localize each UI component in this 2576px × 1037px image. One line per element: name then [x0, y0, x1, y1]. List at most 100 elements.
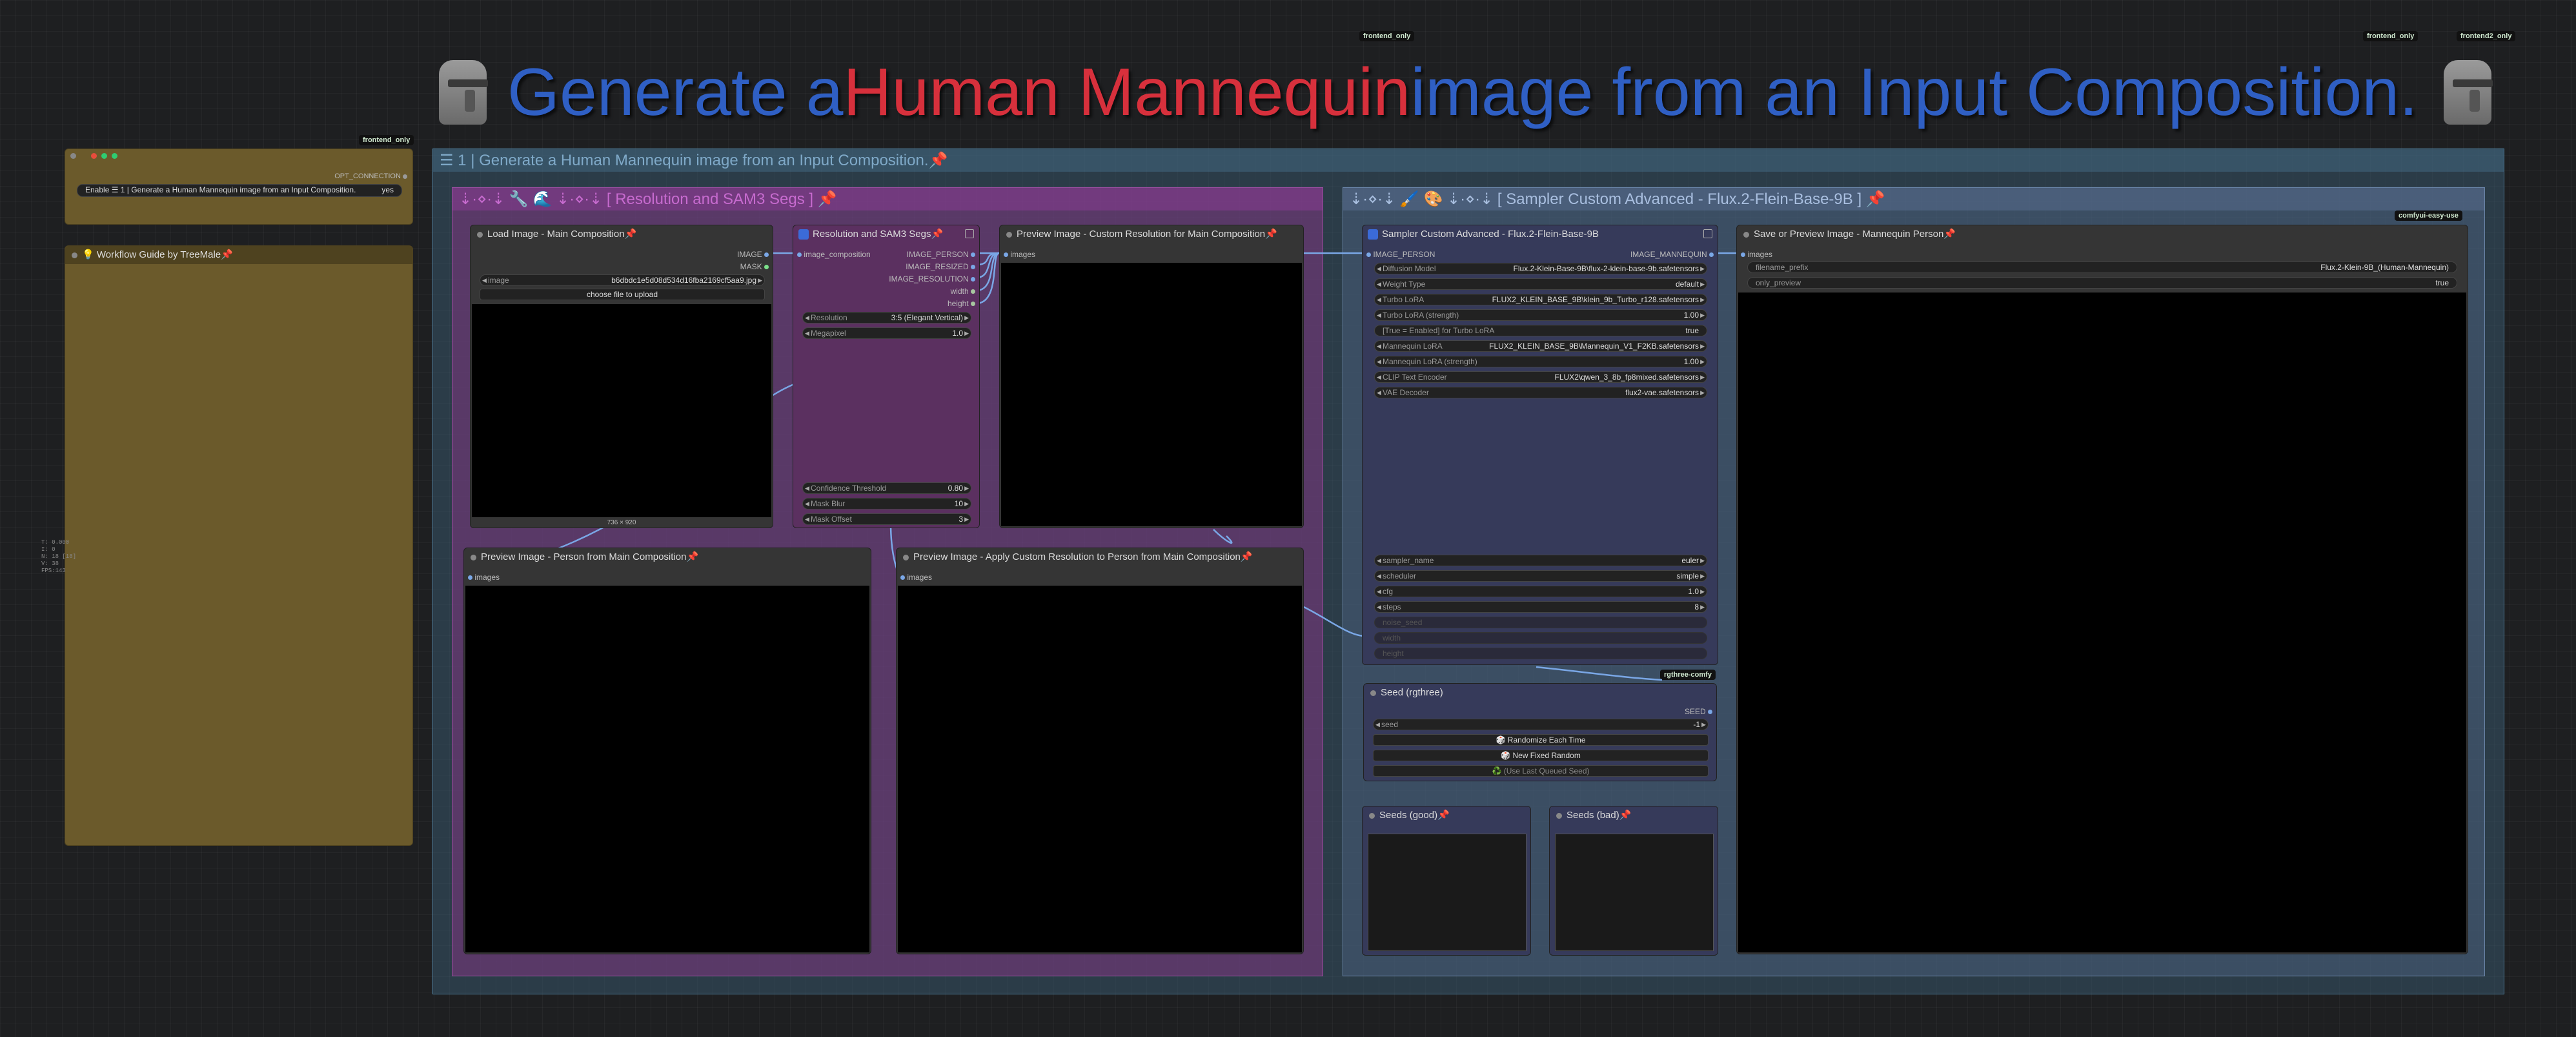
node-header[interactable]: Preview Image - Person from Main Composi…: [464, 548, 871, 566]
input-port[interactable]: [1366, 252, 1371, 258]
output-port[interactable]: [1708, 710, 1712, 715]
image-person-output[interactable]: IMAGE_PERSON: [907, 250, 975, 259]
output-port[interactable]: [971, 252, 975, 258]
mask-offset-input[interactable]: Mask Offset 3: [802, 513, 971, 525]
node-header[interactable]: Resolution and SAM3 Segs📌: [793, 225, 979, 243]
filename-prefix-input[interactable]: filename_prefix Flux.2-Klein-9B_(Human-Ma…: [1747, 262, 2457, 273]
collapse-dot[interactable]: [70, 153, 76, 159]
images-input[interactable]: images: [900, 573, 932, 582]
toggle-light-icon[interactable]: [112, 153, 117, 159]
scheduler-select[interactable]: scheduler simple: [1374, 570, 1707, 582]
seeds-textarea[interactable]: [1555, 834, 1714, 951]
seed-input[interactable]: seed -1: [1373, 719, 1709, 730]
image-mannequin-output[interactable]: IMAGE_MANNEQUIN: [1630, 250, 1714, 259]
noise-seed-input[interactable]: noise_seed: [1374, 617, 1707, 628]
vae-decoder-select[interactable]: VAE Decoder flux2-vae.safetensors: [1374, 387, 1707, 398]
collapse-dot[interactable]: [471, 555, 476, 560]
node-header[interactable]: Preview Image - Apply Custom Resolution …: [897, 548, 1303, 566]
output-port[interactable]: [1709, 252, 1714, 258]
output-port[interactable]: [971, 265, 975, 270]
save-preview-node[interactable]: Save or Preview Image - Mannequin Person…: [1736, 225, 2468, 954]
node-header[interactable]: Sampler Custom Advanced - Flux.2-Flein-B…: [1363, 225, 1718, 243]
turbo-lora-toggle[interactable]: [True = Enabled] for Turbo LoRA true: [1374, 325, 1707, 336]
sampler-name-select[interactable]: sampler_name euler: [1374, 555, 1707, 566]
preview-custom-resolution-node[interactable]: Preview Image - Custom Resolution for Ma…: [999, 225, 1304, 528]
resolution-select[interactable]: Resolution 3:5 (Elegant Vertical): [802, 312, 971, 323]
image-select[interactable]: image b6dbdc1e5d08d534d16fba2169cf5aa9.jp…: [480, 274, 765, 286]
collapse-dot[interactable]: [477, 232, 483, 238]
collapse-dot[interactable]: [72, 252, 77, 258]
randomize-each-time-button[interactable]: 🎲 Randomize Each Time: [1373, 734, 1709, 746]
height-output[interactable]: height: [948, 299, 975, 308]
clip-text-encoder-select[interactable]: CLIP Text Encoder FLUX2\qwen_3_8b_fp8mixe…: [1374, 371, 1707, 383]
mannequin-lora-strength-input[interactable]: Mannequin LoRA (strength) 1.00: [1374, 356, 1707, 367]
steps-input[interactable]: steps 8: [1374, 601, 1707, 613]
diffusion-model-select[interactable]: Diffusion Model Flux.2-Klein-Base-9B\flux…: [1374, 263, 1707, 274]
input-port[interactable]: [468, 575, 472, 580]
only-preview-toggle[interactable]: only_preview true: [1747, 277, 2457, 289]
seed-node[interactable]: Seed (rgthree) SEED seed -1 🎲 Randomize E…: [1363, 683, 1717, 781]
mannequin-lora-select[interactable]: Mannequin LoRA FLUX2_KLEIN_BASE_9B\Manneq…: [1374, 340, 1707, 352]
seeds-good-node[interactable]: Seeds (good)📌: [1362, 806, 1531, 956]
confidence-threshold-input[interactable]: Confidence Threshold 0.80: [802, 482, 971, 494]
group-enable-toggle[interactable]: Enable ☰ 1 | Generate a Human Mannequin …: [77, 184, 402, 197]
images-input[interactable]: images: [1741, 250, 1772, 259]
output-port[interactable]: [971, 289, 975, 294]
seed-output[interactable]: SEED: [1685, 707, 1712, 716]
input-port[interactable]: [1004, 252, 1008, 258]
mask-output[interactable]: MASK: [740, 262, 769, 271]
node-header[interactable]: 💡 Workflow Guide by TreeMale📌: [65, 246, 412, 264]
group-toggle-node[interactable]: OPT_CONNECTION Enable ☰ 1 | Generate a H…: [65, 149, 413, 225]
image-composition-input[interactable]: image_composition: [797, 250, 871, 259]
input-port[interactable]: [900, 575, 905, 580]
use-last-queued-seed-button[interactable]: ♻️ (Use Last Queued Seed): [1373, 765, 1709, 777]
new-fixed-random-button[interactable]: 🎲 New Fixed Random: [1373, 750, 1709, 761]
expand-icon[interactable]: [965, 229, 974, 238]
image-output[interactable]: IMAGE: [737, 250, 769, 259]
output-port[interactable]: [971, 302, 975, 307]
node-header[interactable]: Preview Image - Custom Resolution for Ma…: [1000, 225, 1303, 243]
node-header[interactable]: Seed (rgthree): [1364, 684, 1716, 702]
image-person-input[interactable]: IMAGE_PERSON: [1366, 250, 1435, 259]
megapixel-input[interactable]: Megapixel 1.0: [802, 327, 971, 339]
toggle-light-icon[interactable]: [101, 153, 107, 159]
turbo-lora-select[interactable]: Turbo LoRA FLUX2_KLEIN_BASE_9B\klein_9b_T…: [1374, 294, 1707, 305]
collapse-dot[interactable]: [1743, 232, 1749, 238]
image-resolution-output[interactable]: IMAGE_RESOLUTION: [889, 274, 975, 283]
output-port[interactable]: [971, 277, 975, 282]
input-port[interactable]: [797, 252, 802, 258]
images-input[interactable]: images: [468, 573, 500, 582]
opt-connection-output[interactable]: OPT_CONNECTION: [334, 172, 407, 180]
image-resized-output[interactable]: IMAGE_RESIZED: [906, 262, 975, 271]
width-input[interactable]: width: [1374, 632, 1707, 644]
preview-person-node[interactable]: Preview Image - Person from Main Composi…: [463, 548, 871, 954]
output-port[interactable]: [764, 252, 769, 258]
output-port[interactable]: [764, 265, 769, 270]
cfg-input[interactable]: cfg 1.0: [1374, 586, 1707, 597]
workflow-guide-node[interactable]: 💡 Workflow Guide by TreeMale📌: [65, 245, 413, 846]
width-output[interactable]: width: [951, 287, 975, 296]
collapse-dot[interactable]: [1369, 813, 1375, 819]
node-header[interactable]: Load Image - Main Composition📌: [471, 225, 773, 243]
seeds-textarea[interactable]: [1368, 834, 1526, 951]
sampler-custom-advanced-node[interactable]: Sampler Custom Advanced - Flux.2-Flein-B…: [1362, 225, 1718, 665]
node-header[interactable]: Seeds (bad)📌: [1550, 806, 1718, 825]
node-header[interactable]: Seeds (good)📌: [1363, 806, 1530, 825]
output-port[interactable]: [403, 174, 407, 179]
height-input[interactable]: height: [1374, 648, 1707, 659]
collapse-dot[interactable]: [903, 555, 909, 560]
node-header[interactable]: Save or Preview Image - Mannequin Person…: [1737, 225, 2468, 243]
weight-type-select[interactable]: Weight Type default: [1374, 278, 1707, 290]
preview-apply-node[interactable]: Preview Image - Apply Custom Resolution …: [896, 548, 1304, 954]
seeds-bad-node[interactable]: Seeds (bad)📌: [1549, 806, 1718, 956]
load-image-node[interactable]: Load Image - Main Composition📌 IMAGE MAS…: [470, 225, 773, 528]
collapse-dot[interactable]: [1556, 813, 1562, 819]
collapse-dot[interactable]: [1370, 690, 1376, 696]
turbo-lora-strength-input[interactable]: Turbo LoRA (strength) 1.00: [1374, 309, 1707, 321]
upload-button[interactable]: choose file to upload: [480, 289, 765, 300]
collapse-dot[interactable]: [1006, 232, 1012, 238]
mask-blur-input[interactable]: Mask Blur 10: [802, 498, 971, 509]
input-port[interactable]: [1741, 252, 1745, 258]
resolution-sam3-node[interactable]: Resolution and SAM3 Segs📌 image_composit…: [793, 225, 980, 528]
images-input[interactable]: images: [1004, 250, 1035, 259]
